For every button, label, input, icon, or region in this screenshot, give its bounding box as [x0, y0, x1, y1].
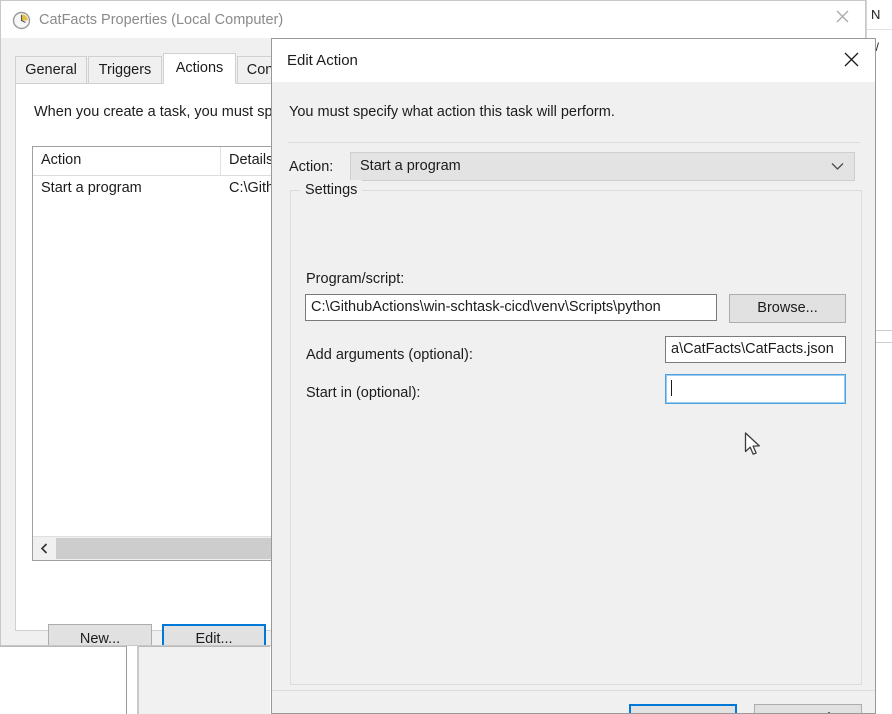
background-window-right-title: N [871, 7, 881, 22]
background-window-bottom-left [0, 646, 126, 714]
cell-action: Start a program [41, 180, 142, 196]
edit-action-instruction: You must specify what action this task w… [289, 104, 615, 120]
action-type-select[interactable]: Start a program [350, 152, 855, 181]
add-arguments-input[interactable]: a\CatFacts\CatFacts.json [665, 336, 846, 363]
action-type-selected-value: Start a program [360, 158, 461, 174]
action-select-label: Action: [289, 159, 334, 175]
settings-groupbox [290, 190, 862, 685]
start-in-input[interactable] [665, 374, 846, 404]
browse-button[interactable]: Browse... [729, 294, 846, 323]
cancel-button[interactable]: Cancel [754, 704, 862, 713]
background-window-bottom-divider [126, 646, 138, 714]
edit-action-dialog[interactable]: Edit Action You must specify what action… [271, 38, 876, 714]
tab-general[interactable]: General [15, 56, 87, 83]
edit-action-close-icon[interactable] [827, 39, 875, 80]
ok-button[interactable]: OK [629, 704, 737, 713]
clock-schedule-icon [12, 11, 31, 30]
add-arguments-label: Add arguments (optional): [306, 347, 473, 363]
properties-close-icon[interactable] [819, 1, 865, 32]
edit-action-title: Edit Action [287, 52, 358, 69]
instruction-divider [288, 142, 860, 143]
background-window-bottom-panel [138, 646, 270, 714]
program-script-label: Program/script: [306, 271, 405, 287]
edit-action-titlebar: Edit Action [272, 39, 875, 82]
chevron-down-icon[interactable] [831, 153, 844, 180]
text-caret [671, 380, 672, 396]
screen-root: N 7/ t CatFacts Properties (Local Comput… [0, 0, 892, 714]
start-in-label: Start in (optional): [306, 385, 421, 401]
footer-divider [272, 690, 875, 691]
tab-actions[interactable]: Actions [163, 53, 236, 84]
properties-window-title: CatFacts Properties (Local Computer) [39, 12, 284, 28]
background-window-right-titlebar: N [867, 0, 892, 30]
tab-triggers[interactable]: Triggers [88, 56, 162, 83]
scroll-left-arrow-icon[interactable] [33, 537, 55, 560]
program-script-input[interactable]: C:\GithubActions\win-schtask-cicd\venv\S… [305, 294, 717, 321]
properties-titlebar: CatFacts Properties (Local Computer) [1, 1, 865, 39]
edit-action-button[interactable]: Edit... [162, 624, 266, 645]
edit-action-body: You must specify what action this task w… [272, 82, 875, 713]
new-action-button[interactable]: New... [48, 624, 152, 645]
settings-groupbox-legend: Settings [300, 180, 363, 200]
column-header-action[interactable]: Action [33, 147, 221, 175]
